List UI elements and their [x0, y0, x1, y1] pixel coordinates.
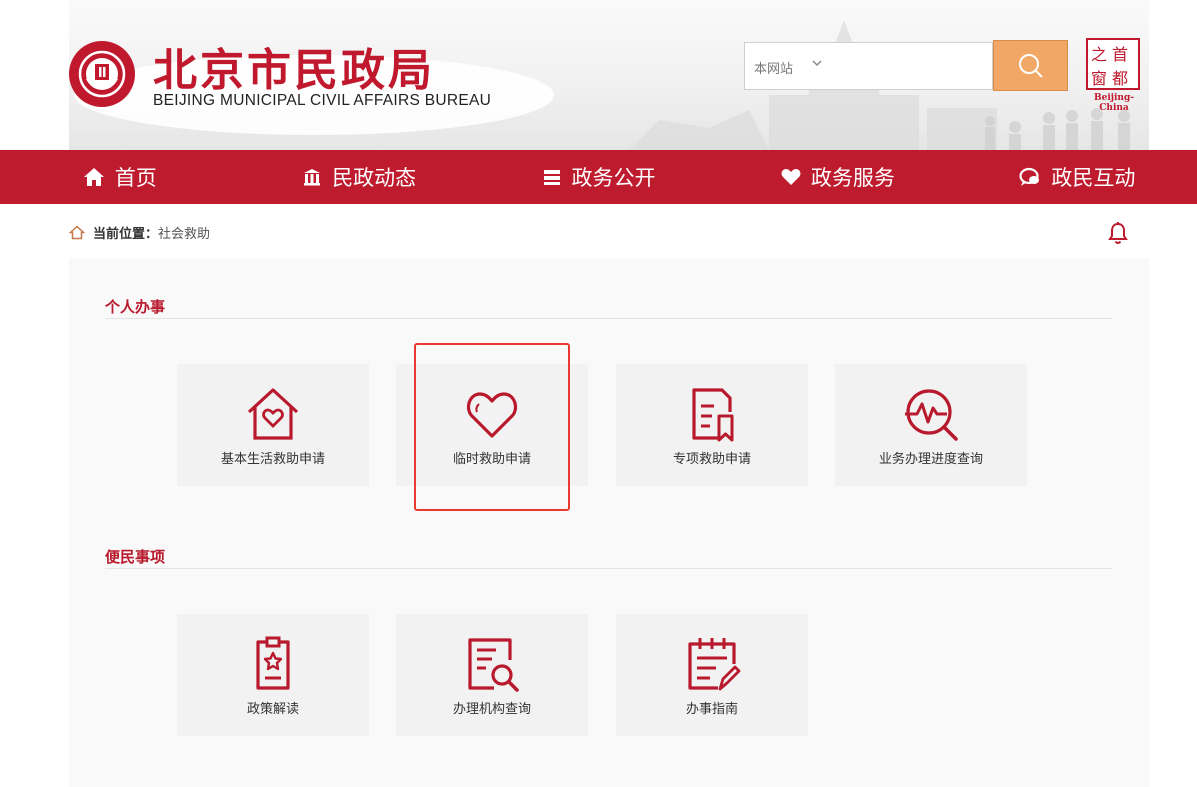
nav-item-home[interactable]: 首页: [0, 150, 239, 204]
pulse-search-icon: [905, 389, 958, 441]
nav-label: 首页: [114, 167, 157, 190]
search-scope-select[interactable]: 本网站: [754, 58, 793, 77]
search-input[interactable]: [835, 51, 989, 83]
site-header: 北京市民政局 BEIJING MUNICIPAL CIVIL AFFAIRS B…: [0, 0, 1197, 150]
tile-agency-query[interactable]: 办理机构查询: [396, 614, 588, 736]
nav-item-gov-info[interactable]: 政务公开: [479, 150, 718, 204]
stack-icon: [543, 170, 560, 185]
section-title-convenience: 便民事项: [105, 549, 166, 566]
tile-progress-query[interactable]: 业务办理进度查询: [835, 364, 1027, 486]
section-divider: [105, 568, 1112, 569]
tile-basic-living-assistance[interactable]: 基本生活救助申请: [177, 364, 369, 486]
heart-outline-icon: [466, 392, 518, 438]
house-heart-icon: [247, 388, 299, 440]
emblem-icon: [69, 41, 135, 107]
tile-label: 办理机构查询: [452, 701, 531, 716]
section-divider: [105, 318, 1112, 319]
search-box: 本网站: [744, 42, 993, 90]
capital-logo-char: 首: [1112, 45, 1129, 64]
tile-temporary-assistance[interactable]: 临时救助申请: [396, 364, 588, 486]
breadcrumb-current[interactable]: 社会救助: [158, 223, 210, 242]
breadcrumb: 当前位置： 社会救助: [69, 222, 210, 242]
bell-icon[interactable]: [1107, 221, 1129, 245]
tile-label: 专项救助申请: [672, 451, 751, 466]
capital-logo-char: 窗: [1091, 69, 1108, 88]
nav-label: 政务服务: [810, 167, 895, 190]
search-button[interactable]: [993, 40, 1068, 91]
main-content: 个人办事 基本生活救助申请 临时救助申请 专项救助申请 业务办理进度查询 便民事…: [69, 258, 1149, 787]
section-title-personal: 个人办事: [105, 299, 166, 316]
tile-label: 政策解读: [246, 701, 299, 716]
building-icon: [304, 169, 321, 186]
nav-item-interaction[interactable]: 政民互动: [958, 150, 1197, 204]
tile-label: 临时救助申请: [452, 451, 531, 466]
tile-policy-interpretation[interactable]: 政策解读: [177, 614, 369, 736]
tile-special-assistance[interactable]: 专项救助申请: [616, 364, 808, 486]
nav-item-gov-services[interactable]: 政务服务: [718, 150, 957, 204]
calendar-pen-icon: [688, 638, 741, 691]
capital-logo-char: 都: [1112, 69, 1129, 88]
site-logo[interactable]: 北京市民政局 BEIJING MUNICIPAL CIVIL AFFAIRS B…: [69, 36, 529, 116]
site-subtitle: BEIJING MUNICIPAL CIVIL AFFAIRS BUREAU: [153, 92, 492, 109]
search-icon: [1018, 53, 1043, 78]
document-bookmark-icon: [692, 388, 734, 442]
nav-label: 政务公开: [571, 167, 656, 190]
main-nav: 首页 民政动态 政务公开 政务服务 政民互动: [0, 150, 1197, 204]
home-icon: [83, 168, 104, 186]
home-outline-icon[interactable]: [69, 224, 85, 240]
tile-label: 办事指南: [685, 701, 738, 716]
chevron-down-icon[interactable]: [812, 59, 822, 67]
document-search-icon: [468, 638, 519, 692]
breadcrumb-label: 当前位置：: [93, 225, 159, 241]
nav-item-news[interactable]: 民政动态: [239, 150, 478, 204]
tile-service-guide[interactable]: 办事指南: [616, 614, 808, 736]
capital-logo-char: 之: [1091, 45, 1108, 64]
nav-label: 政民互动: [1051, 167, 1136, 190]
capital-logo-caption: Beijing-China: [1094, 93, 1134, 113]
tile-label: 基本生活救助申请: [220, 451, 325, 466]
site-title: 北京市民政局: [153, 45, 435, 96]
chat-icon: [1019, 167, 1040, 186]
capital-window-logo[interactable]: 首 都 之 窗 Beijing-China: [1083, 38, 1145, 113]
document-star-icon: [256, 636, 290, 690]
nav-label: 民政动态: [332, 167, 417, 190]
tile-label: 业务办理进度查询: [878, 451, 983, 466]
capital-logo-box: 首 都 之 窗: [1086, 38, 1140, 90]
heart-icon: [781, 169, 801, 185]
